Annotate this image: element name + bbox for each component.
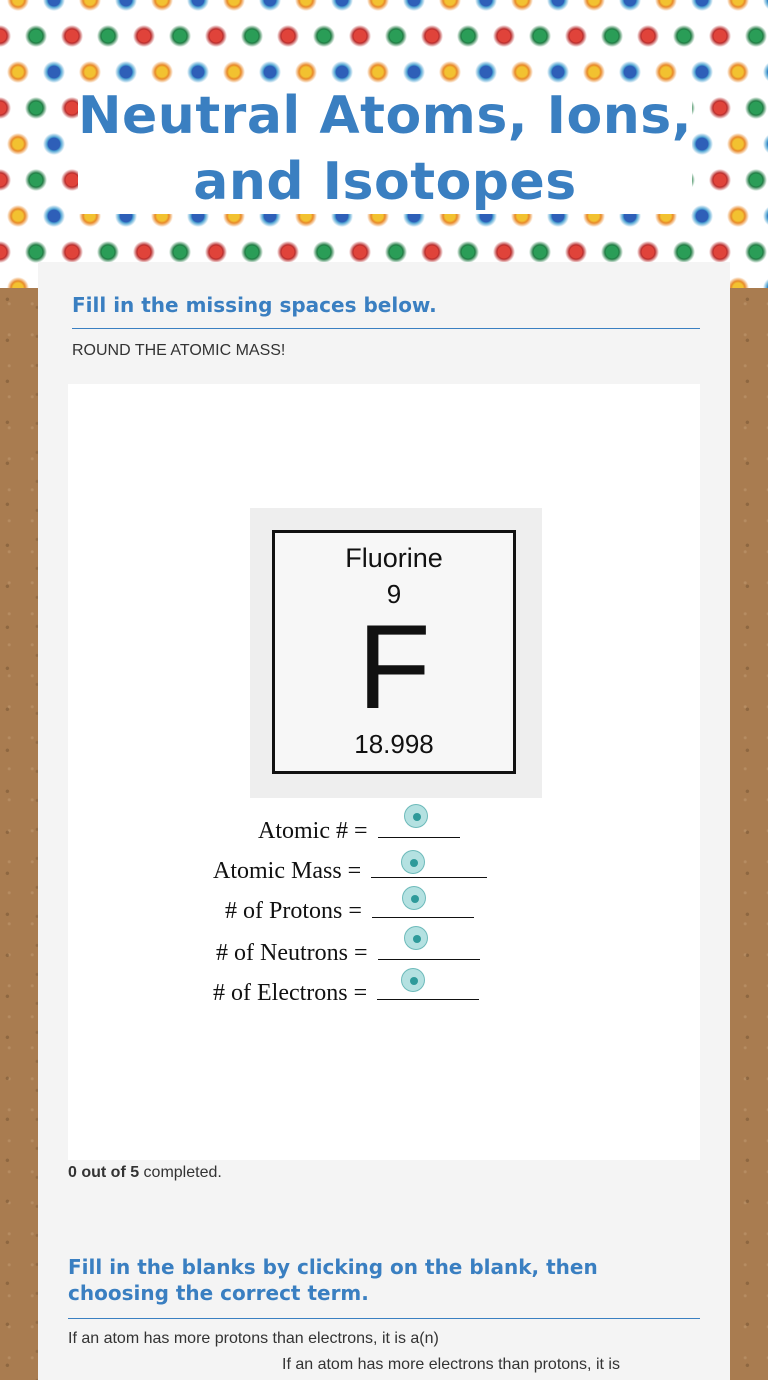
hotspot-icon[interactable] — [401, 968, 426, 992]
answer-blank[interactable] — [371, 850, 488, 878]
page-title: Neutral Atoms, Ions, and Isotopes — [78, 84, 692, 214]
question-row-atomic-number: Atomic # = — [258, 804, 460, 848]
element-atomic-mass: 18.998 — [354, 729, 434, 759]
progress-status: 0 out of 5 completed. — [68, 1164, 222, 1182]
element-symbol: F — [357, 600, 431, 734]
answer-blank[interactable] — [377, 968, 480, 1000]
progress-count: 0 out of 5 — [68, 1164, 140, 1181]
progress-suffix: completed. — [139, 1164, 222, 1181]
hotspot-icon[interactable] — [401, 850, 426, 874]
element-tile: Fluorine 9 F 18.998 — [272, 530, 516, 774]
section-divider-2 — [68, 1318, 700, 1319]
answer-blank[interactable] — [377, 926, 480, 960]
section-heading: Fill in the missing spaces below. — [72, 293, 437, 317]
question-figure: Fluorine 9 F 18.998 Atomic # = Atomic Ma… — [68, 384, 700, 1160]
question-label: # of Neutrons = — [216, 940, 368, 966]
hotspot-icon[interactable] — [403, 804, 428, 828]
page-title-line1: Neutral Atoms, Ions, — [78, 86, 692, 146]
section-heading-2: Fill in the blanks by clicking on the bl… — [68, 1255, 598, 1305]
instruction-text: ROUND THE ATOMIC MASS! — [72, 342, 286, 359]
periodic-element-image: Fluorine 9 F 18.998 — [250, 508, 542, 798]
section-divider — [72, 328, 700, 329]
element-name: Fluorine — [345, 543, 443, 573]
question-label: Atomic # = — [258, 818, 368, 844]
header-banner: Neutral Atoms, Ions, and Isotopes — [0, 0, 768, 288]
hotspot-icon[interactable] — [401, 886, 426, 910]
fill-blank-sentence-2: If an atom has more electrons than proto… — [282, 1356, 620, 1373]
question-row-neutrons: # of Neutrons = — [216, 926, 480, 970]
answer-blank[interactable] — [377, 804, 460, 838]
question-row-atomic-mass: Atomic Mass = — [213, 850, 488, 888]
question-row-electrons: # of Electrons = — [213, 968, 480, 1010]
answer-blank[interactable] — [371, 886, 474, 918]
question-label: Atomic Mass = — [213, 858, 362, 884]
page-title-line2: and Isotopes — [193, 152, 577, 212]
question-row-protons: # of Protons = — [225, 886, 474, 928]
question-label: # of Protons = — [225, 898, 362, 924]
hotspot-icon[interactable] — [403, 926, 428, 950]
fill-blank-sentence-1: If an atom has more protons than electro… — [68, 1330, 439, 1347]
question-label: # of Electrons = — [213, 980, 368, 1006]
worksheet-card: Fill in the missing spaces below. ROUND … — [38, 262, 730, 1380]
